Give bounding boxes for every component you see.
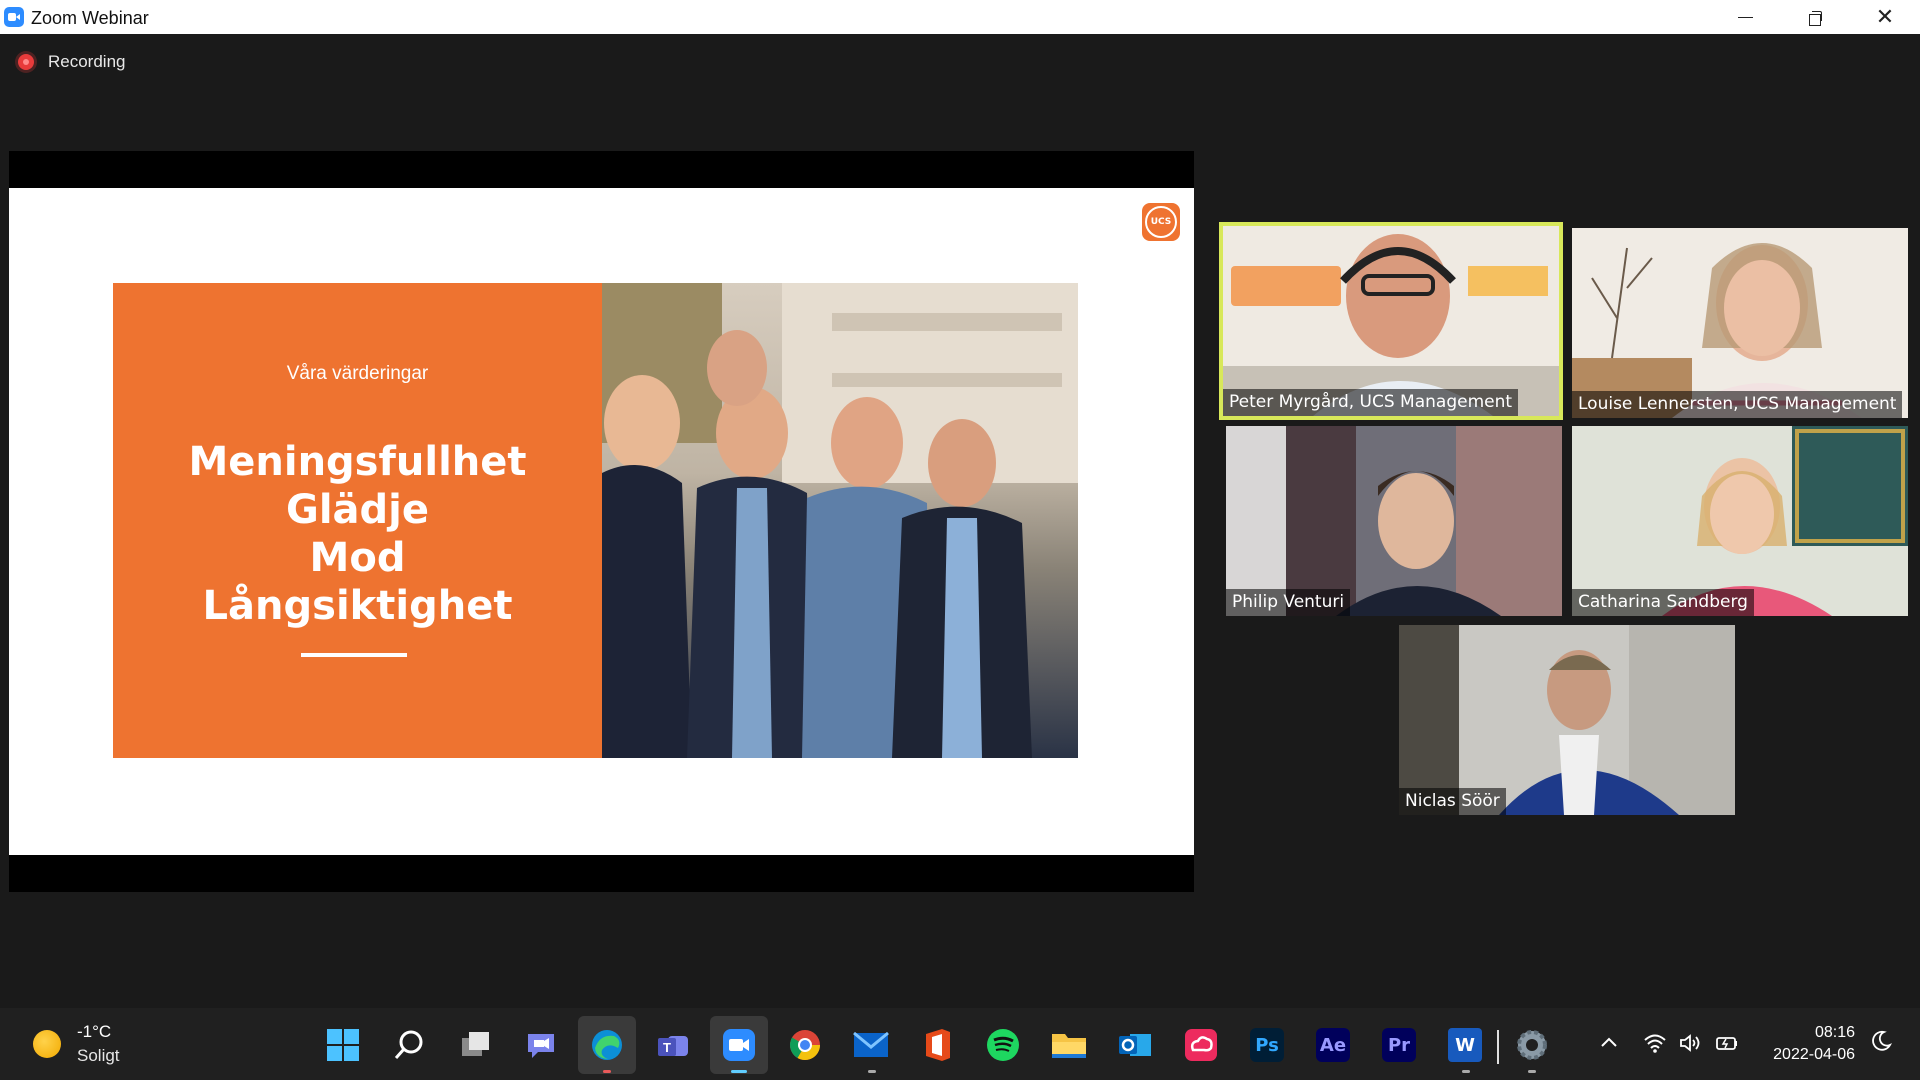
restore-icon [1808, 10, 1822, 26]
participant-video [1223, 226, 1559, 416]
mail-running-dot [868, 1070, 876, 1073]
slide-text-panel: Våra värderingar Meningsfullhet Glädje M… [113, 283, 602, 758]
participant-name: Peter Myrgård, UCS Management [1223, 389, 1519, 416]
slide-subtitle: Våra värderingar [286, 363, 429, 384]
participant-video [1572, 228, 1908, 418]
word-running-dot [1462, 1070, 1470, 1073]
video-tile[interactable]: Niclas Söör [1399, 625, 1735, 815]
sun-icon[interactable] [33, 1030, 61, 1058]
values-list: Meningsfullhet Glädje Mod Långsiktighet [113, 438, 602, 630]
participant-video [1399, 625, 1735, 815]
minimize-button[interactable] [1710, 0, 1780, 34]
value-item: Mod [309, 535, 406, 581]
settings-icon[interactable] [1512, 1025, 1552, 1065]
slide-underline [301, 653, 407, 657]
chrome-icon[interactable] [785, 1025, 825, 1065]
mail-icon[interactable] [851, 1025, 891, 1065]
taskbar [0, 1008, 1920, 1080]
record-icon [18, 54, 34, 70]
restore-button[interactable] [1780, 0, 1850, 34]
word-icon[interactable]: W [1445, 1025, 1485, 1065]
focus-assist-icon[interactable] [1870, 1030, 1893, 1058]
office-icon[interactable] [917, 1025, 957, 1065]
participant-name: Philip Venturi [1226, 589, 1351, 616]
wifi-icon[interactable] [1643, 1033, 1667, 1059]
search-icon[interactable] [389, 1025, 429, 1065]
close-icon: ✕ [1875, 4, 1895, 29]
participant-video [1226, 426, 1562, 616]
ucs-logo-icon: UCS [1142, 203, 1180, 241]
weather-condition[interactable]: Soligt [77, 1046, 120, 1066]
taskbar-divider [1497, 1030, 1499, 1064]
recording-label: Recording [48, 52, 126, 71]
participant-video [1572, 426, 1908, 616]
window-title: Zoom Webinar [31, 8, 149, 28]
video-tile[interactable]: Philip Venturi [1226, 426, 1562, 616]
video-tile[interactable]: Peter Myrgård, UCS Management [1219, 222, 1563, 420]
team-photo [602, 283, 1078, 758]
zoom-active-bar [731, 1070, 747, 1073]
premiere-icon[interactable]: Pr [1379, 1025, 1419, 1065]
file-explorer-icon[interactable] [1049, 1025, 1089, 1065]
close-button[interactable]: ✕ [1850, 0, 1920, 34]
recording-indicator[interactable]: Recording [18, 52, 126, 72]
teams-icon[interactable]: T [653, 1025, 693, 1065]
value-item: Långsiktighet [202, 583, 513, 629]
title-bar: Zoom Webinar ✕ [0, 0, 1920, 34]
chat-icon[interactable] [521, 1025, 561, 1065]
shared-screen[interactable]: UCS Våra värderingar Meningsfullhet Gläd… [9, 151, 1194, 892]
participant-name: Louise Lennersten, UCS Management [1572, 391, 1903, 418]
spotify-icon[interactable] [983, 1025, 1023, 1065]
settings-running-dot [1528, 1070, 1536, 1073]
value-item: Glädje [285, 487, 429, 533]
photoshop-icon[interactable]: Ps [1247, 1025, 1287, 1065]
minimize-icon [1737, 16, 1753, 18]
zoom-app-icon [4, 7, 24, 27]
video-tile[interactable]: Catharina Sandberg [1572, 426, 1908, 616]
chevron-up-icon[interactable] [1599, 1033, 1619, 1059]
volume-icon[interactable] [1679, 1033, 1703, 1059]
clock-date: 2022-04-06 [1773, 1046, 1855, 1063]
edge-icon[interactable] [578, 1016, 636, 1074]
value-item: Meningsfullhet [188, 439, 527, 485]
participant-name: Niclas Söör [1399, 788, 1506, 815]
presentation-slide: UCS Våra värderingar Meningsfullhet Gläd… [9, 188, 1194, 855]
after-effects-icon[interactable]: Ae [1313, 1025, 1353, 1065]
participant-name: Catharina Sandberg [1572, 589, 1754, 616]
video-tile[interactable]: Louise Lennersten, UCS Management [1572, 228, 1908, 418]
clock-time: 08:16 [1814, 1024, 1855, 1041]
svg-text:T: T [663, 1040, 671, 1055]
system-clock[interactable]: 08:16 2022-04-06 [1735, 1022, 1855, 1066]
start-icon[interactable] [323, 1025, 363, 1065]
outlook-icon[interactable] [1115, 1025, 1155, 1065]
weather-temp[interactable]: -1°C [77, 1022, 111, 1042]
edge-running-dot [603, 1070, 611, 1073]
creative-cloud-icon[interactable] [1181, 1025, 1221, 1065]
task-view-icon[interactable] [455, 1025, 495, 1065]
zoom-icon[interactable] [710, 1016, 768, 1074]
